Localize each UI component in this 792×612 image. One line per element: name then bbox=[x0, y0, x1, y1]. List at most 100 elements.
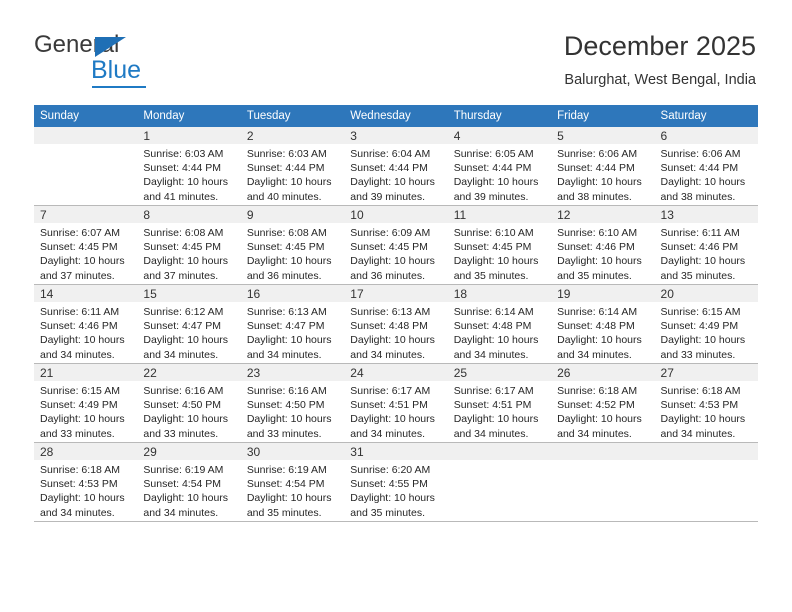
calendar-day-cell[interactable]: 10 Sunrise: 6:09 AM Sunset: 4:45 PM Dayligh… bbox=[344, 205, 448, 285]
daylight-text-line1: Daylight: 10 hours bbox=[660, 413, 746, 426]
day-number-band: 11 bbox=[447, 206, 552, 223]
day-number-band: 24 bbox=[344, 364, 448, 381]
calendar-day-cell[interactable]: 2 Sunrise: 6:03 AM Sunset: 4:44 PM Daylight… bbox=[240, 127, 345, 206]
calendar-day-cell[interactable]: 3 Sunrise: 6:04 AM Sunset: 4:44 PM Daylight… bbox=[344, 127, 448, 206]
day-number-band: 2 bbox=[240, 127, 345, 144]
day-cell-inner: 29 Sunrise: 6:19 AM Sunset: 4:54 PM Dayligh… bbox=[137, 443, 241, 521]
calendar-day-cell[interactable]: 28 Sunrise: 6:18 AM Sunset: 4:53 PM Dayligh… bbox=[34, 442, 138, 522]
day-cell-inner: 1 Sunrise: 6:03 AM Sunset: 4:44 PM Daylight… bbox=[137, 127, 241, 205]
day-cell-inner: 31 Sunrise: 6:20 AM Sunset: 4:55 PM Dayligh… bbox=[344, 443, 448, 521]
sunset-text: Sunset: 4:48 PM bbox=[453, 320, 532, 333]
day-number: 31 bbox=[350, 445, 364, 459]
calendar-day-cell[interactable]: 24 Sunrise: 6:17 AM Sunset: 4:51 PM Dayligh… bbox=[344, 363, 448, 443]
daylight-text-line1: Daylight: 10 hours bbox=[350, 492, 435, 505]
day-number-band: 1 bbox=[137, 127, 241, 144]
sunset-text: Sunset: 4:44 PM bbox=[143, 162, 222, 175]
weekday-header-wednesday: Wednesday bbox=[344, 105, 448, 127]
calendar-day-cell[interactable]: 14 Sunrise: 6:11 AM Sunset: 4:46 PM Dayligh… bbox=[34, 284, 138, 364]
day-details bbox=[551, 460, 654, 463]
daylight-text-line2: and 34 minutes. bbox=[660, 427, 736, 440]
calendar-day-cell[interactable]: 21 Sunrise: 6:15 AM Sunset: 4:49 PM Dayligh… bbox=[34, 363, 138, 443]
calendar-day-cell[interactable]: 29 Sunrise: 6:19 AM Sunset: 4:54 PM Dayligh… bbox=[137, 442, 241, 522]
day-cell-inner: 24 Sunrise: 6:17 AM Sunset: 4:51 PM Dayligh… bbox=[344, 364, 448, 442]
calendar-day-cell[interactable]: 16 Sunrise: 6:13 AM Sunset: 4:47 PM Dayligh… bbox=[240, 284, 345, 364]
sunset-text: Sunset: 4:54 PM bbox=[143, 478, 222, 491]
day-number-band: 21 bbox=[34, 364, 138, 381]
calendar-day-cell[interactable]: 9 Sunrise: 6:08 AM Sunset: 4:45 PM Daylight… bbox=[240, 205, 345, 285]
daylight-text-line2: and 34 minutes. bbox=[453, 348, 529, 361]
day-details: Sunrise: 6:16 AM Sunset: 4:50 PM Daylight:… bbox=[241, 381, 344, 441]
calendar-grid: Sunday Monday Tuesday Wednesday Thursday Frid… bbox=[34, 105, 758, 522]
daylight-text-line1: Daylight: 10 hours bbox=[40, 492, 125, 505]
calendar-day-cell[interactable]: 4 Sunrise: 6:05 AM Sunset: 4:44 PM Daylight… bbox=[447, 127, 552, 206]
day-cell-inner bbox=[34, 127, 138, 205]
calendar-day-cell[interactable]: 12 Sunrise: 6:10 AM Sunset: 4:46 PM Dayligh… bbox=[551, 205, 655, 285]
sunrise-text: Sunrise: 6:04 AM bbox=[350, 148, 431, 160]
day-number-band: 29 bbox=[137, 443, 241, 460]
daylight-text-line1: Daylight: 10 hours bbox=[246, 176, 332, 189]
sunrise-text: Sunrise: 6:14 AM bbox=[453, 306, 534, 318]
calendar-day-cell[interactable]: 6 Sunrise: 6:06 AM Sunset: 4:44 PM Daylight… bbox=[654, 127, 758, 206]
calendar-day-cell[interactable]: 11 Sunrise: 6:10 AM Sunset: 4:45 PM Dayligh… bbox=[447, 205, 552, 285]
calendar-day-cell[interactable]: 31 Sunrise: 6:20 AM Sunset: 4:55 PM Dayligh… bbox=[344, 442, 448, 522]
day-number: 30 bbox=[246, 445, 261, 459]
day-number: 2 bbox=[246, 129, 254, 143]
calendar-day-cell[interactable]: 20 Sunrise: 6:15 AM Sunset: 4:49 PM Dayligh… bbox=[654, 284, 758, 364]
calendar-day-cell[interactable]: 13 Sunrise: 6:11 AM Sunset: 4:46 PM Dayligh… bbox=[654, 205, 758, 285]
day-number: 17 bbox=[350, 287, 364, 301]
day-number-band: 22 bbox=[137, 364, 241, 381]
calendar-day-cell[interactable]: 22 Sunrise: 6:16 AM Sunset: 4:50 PM Dayligh… bbox=[137, 363, 241, 443]
daylight-text-line1: Daylight: 10 hours bbox=[350, 334, 435, 347]
sunrise-text: Sunrise: 6:07 AM bbox=[40, 227, 120, 239]
calendar-day-cell[interactable]: 30 Sunrise: 6:19 AM Sunset: 4:54 PM Dayligh… bbox=[240, 442, 345, 522]
calendar-day-cell[interactable]: 17 Sunrise: 6:13 AM Sunset: 4:48 PM Dayligh… bbox=[344, 284, 448, 364]
weekday-header-friday: Friday bbox=[551, 105, 655, 127]
general-blue-logo[interactable]: General Blue bbox=[34, 32, 214, 88]
day-number-band: 9 bbox=[240, 206, 345, 223]
day-number: 16 bbox=[246, 287, 261, 301]
calendar-day-cell[interactable]: 23 Sunrise: 6:16 AM Sunset: 4:50 PM Dayligh… bbox=[240, 363, 345, 443]
calendar-day-cell[interactable]: 19 Sunrise: 6:14 AM Sunset: 4:48 PM Dayligh… bbox=[551, 284, 655, 364]
day-number bbox=[655, 443, 758, 444]
sunrise-text: Sunrise: 6:06 AM bbox=[557, 148, 638, 160]
calendar-day-cell[interactable]: 26 Sunrise: 6:18 AM Sunset: 4:52 PM Dayligh… bbox=[551, 363, 655, 443]
sunset-text: Sunset: 4:47 PM bbox=[143, 320, 222, 333]
sunset-text: Sunset: 4:54 PM bbox=[246, 478, 325, 491]
day-cell-inner: 14 Sunrise: 6:11 AM Sunset: 4:46 PM Dayligh… bbox=[34, 285, 138, 363]
sunrise-text: Sunrise: 6:06 AM bbox=[660, 148, 741, 160]
day-details: Sunrise: 6:06 AM Sunset: 4:44 PM Daylight:… bbox=[655, 144, 758, 204]
calendar-day-cell[interactable]: 8 Sunrise: 6:08 AM Sunset: 4:45 PM Daylight… bbox=[137, 205, 241, 285]
day-number: 8 bbox=[143, 208, 151, 222]
calendar-day-cell[interactable]: 25 Sunrise: 6:17 AM Sunset: 4:51 PM Dayligh… bbox=[447, 363, 552, 443]
day-number-band: 19 bbox=[551, 285, 655, 302]
day-cell-inner: 12 Sunrise: 6:10 AM Sunset: 4:46 PM Dayligh… bbox=[551, 206, 655, 284]
daylight-text-line1: Daylight: 10 hours bbox=[453, 334, 539, 347]
calendar-day-cell[interactable]: 1 Sunrise: 6:03 AM Sunset: 4:44 PM Daylight… bbox=[137, 127, 241, 206]
page-subtitle: Balurghat, West Bengal, India bbox=[564, 72, 756, 88]
calendar-day-cell[interactable]: 27 Sunrise: 6:18 AM Sunset: 4:53 PM Dayligh… bbox=[654, 363, 758, 443]
sunset-text: Sunset: 4:45 PM bbox=[453, 241, 532, 254]
logo-text-blue: Blue bbox=[91, 56, 142, 84]
day-details: Sunrise: 6:10 AM Sunset: 4:46 PM Daylight:… bbox=[551, 223, 654, 283]
calendar-day-cell[interactable]: 18 Sunrise: 6:14 AM Sunset: 4:48 PM Dayligh… bbox=[447, 284, 552, 364]
day-cell-inner: 18 Sunrise: 6:14 AM Sunset: 4:48 PM Dayligh… bbox=[447, 285, 552, 363]
calendar-day-cell[interactable]: 5 Sunrise: 6:06 AM Sunset: 4:44 PM Daylight… bbox=[551, 127, 655, 206]
sunset-text: Sunset: 4:44 PM bbox=[557, 162, 635, 175]
day-cell-inner: 13 Sunrise: 6:11 AM Sunset: 4:46 PM Dayligh… bbox=[654, 206, 758, 284]
day-cell-inner: 28 Sunrise: 6:18 AM Sunset: 4:53 PM Dayligh… bbox=[34, 443, 138, 521]
day-details: Sunrise: 6:13 AM Sunset: 4:48 PM Daylight:… bbox=[344, 302, 447, 362]
calendar-body: 1 Sunrise: 6:03 AM Sunset: 4:44 PM Daylight… bbox=[34, 127, 758, 522]
day-number: 5 bbox=[557, 129, 564, 143]
weekday-header-sunday: Sunday bbox=[34, 105, 138, 127]
weekday-header: Sunday Monday Tuesday Wednesday Thursday Frid… bbox=[34, 105, 758, 127]
logo-underline bbox=[92, 86, 146, 88]
daylight-text-line2: and 34 minutes. bbox=[557, 348, 632, 361]
day-details: Sunrise: 6:11 AM Sunset: 4:46 PM Daylight:… bbox=[34, 302, 137, 362]
day-number: 7 bbox=[40, 208, 47, 222]
daylight-text-line2: and 35 minutes. bbox=[246, 506, 322, 519]
sunrise-text: Sunrise: 6:18 AM bbox=[40, 464, 120, 476]
day-cell-inner: 15 Sunrise: 6:12 AM Sunset: 4:47 PM Dayligh… bbox=[137, 285, 241, 363]
calendar-day-cell[interactable]: 7 Sunrise: 6:07 AM Sunset: 4:45 PM Daylight… bbox=[34, 205, 138, 285]
calendar-day-cell[interactable]: 15 Sunrise: 6:12 AM Sunset: 4:47 PM Dayligh… bbox=[137, 284, 241, 364]
day-number: 20 bbox=[660, 287, 674, 301]
